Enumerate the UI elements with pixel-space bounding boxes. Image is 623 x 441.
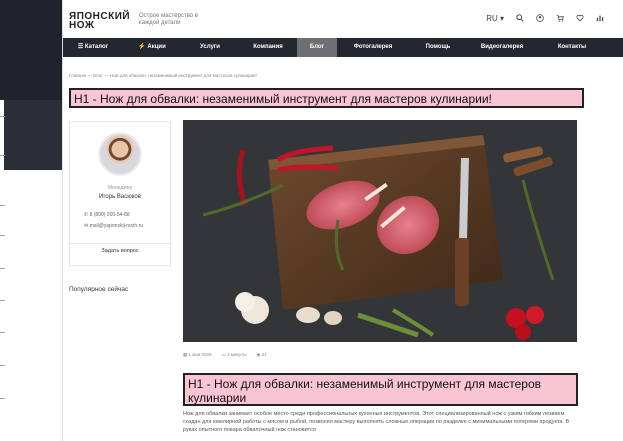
read-time-meta: ▭ 2 минуты <box>221 352 247 357</box>
divider <box>70 243 170 244</box>
search-icon[interactable] <box>516 14 524 24</box>
nav-item-contacts[interactable]: Контакты <box>537 38 607 57</box>
eye-icon: ◉ <box>256 352 261 357</box>
author-email[interactable]: ✉ mail@yaponskij-nozh.ru <box>84 223 143 229</box>
logo-line-2: НОЖ <box>69 20 95 31</box>
heart-icon[interactable] <box>576 14 584 24</box>
user-icon[interactable] <box>536 14 544 24</box>
date-meta: ▦ 1 мая 2025 <box>183 352 212 357</box>
nav-item-catalog[interactable]: ☰ Каталог <box>63 38 123 57</box>
mail-icon: ✉ <box>84 223 89 229</box>
article-heading: H1 - Нож для обвалки: незаменимый инстру… <box>188 377 541 405</box>
top-header: ЯПОНСКИЙ НОЖ Острое мастерство в каждой … <box>63 0 623 38</box>
book-icon: ▭ <box>221 352 226 357</box>
page-title-highlight: H1 - Нож для обвалки: незаменимый инстру… <box>69 88 584 108</box>
website-frame: ЯПОНСКИЙ НОЖ Острое мастерство в каждой … <box>62 0 623 441</box>
views-meta: ◉ 21 <box>256 352 267 357</box>
header-actions: RU ▾ <box>486 14 604 24</box>
nav-item-blog[interactable]: Блог <box>297 38 337 57</box>
chart-icon[interactable] <box>596 14 604 24</box>
nav-item-sales[interactable]: ⚡ Акции <box>123 38 181 57</box>
language-switcher[interactable]: RU ▾ <box>486 14 504 24</box>
nav-item-video-gallery[interactable]: Видеогалерея <box>467 38 537 57</box>
ask-question-button[interactable]: Задать вопрос <box>70 248 170 254</box>
bolt-icon: ⚡ <box>138 44 146 50</box>
background-dark-block-lower <box>4 100 62 170</box>
avatar <box>98 132 142 176</box>
menu-icon: ☰ <box>77 44 84 50</box>
site-logo[interactable]: ЯПОНСКИЙ НОЖ <box>69 12 130 31</box>
main-navigation: ☰ Каталог ⚡ Акции Услуги Компания Блог Ф… <box>63 38 623 57</box>
calendar-icon: ▦ <box>183 352 188 357</box>
article-hero-image <box>183 120 577 342</box>
popular-now-heading: Популярное сейчас <box>69 286 129 293</box>
nav-item-help[interactable]: Помощь <box>409 38 467 57</box>
site-tagline: Острое мастерство в каждой детали <box>139 13 198 26</box>
breadcrumb[interactable]: Главная — Блог — Нож для обвалки: незаме… <box>69 73 257 78</box>
nav-item-company[interactable]: Компания <box>239 38 297 57</box>
author-card: Менеджер Игорь Васюков ✆ 8 (800) 200-54-… <box>69 121 171 266</box>
phone-icon: ✆ <box>84 212 89 218</box>
article-heading-highlight: H1 - Нож для обвалки: незаменимый инстру… <box>183 373 578 406</box>
article-intro: Нож для обвалки занимает особое место ср… <box>183 411 570 433</box>
nav-item-photo-gallery[interactable]: Фотогалерея <box>337 38 409 57</box>
page-title: H1 - Нож для обвалки: незаменимый инстру… <box>74 92 492 106</box>
cart-icon[interactable] <box>556 14 564 24</box>
author-role: Менеджер <box>107 185 133 191</box>
author-name: Игорь Васюков <box>99 194 141 200</box>
nav-item-services[interactable]: Услуги <box>181 38 239 57</box>
article-meta: ▦ 1 мая 2025 ▭ 2 минуты ◉ 21 <box>183 352 267 358</box>
background-dark-block <box>0 0 62 100</box>
author-phone[interactable]: ✆ 8 (800) 200-54-88 <box>84 212 130 218</box>
